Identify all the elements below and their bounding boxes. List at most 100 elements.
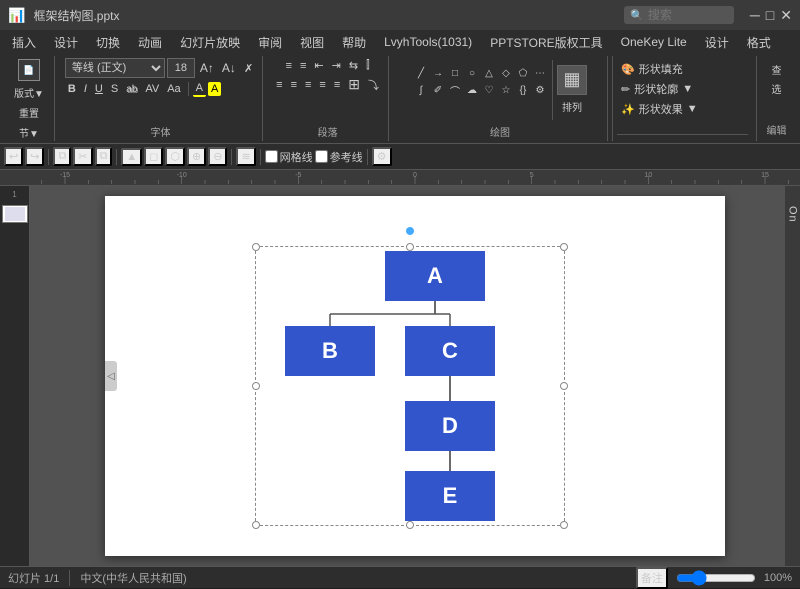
shape-tri[interactable]: △ (481, 65, 497, 81)
menu-item-onekey[interactable]: OneKey Lite (613, 33, 695, 51)
menu-item-design[interactable]: 设计 (46, 32, 86, 53)
slide-thumbnail[interactable] (2, 205, 28, 223)
char-spacing-btn[interactable]: AV (142, 82, 162, 96)
menu-item-view[interactable]: 视图 (292, 32, 332, 53)
menu-item-transition[interactable]: 切换 (88, 32, 128, 53)
select-btn[interactable]: 选 (762, 79, 792, 98)
cut-btn[interactable]: ✂ (73, 147, 92, 166)
numbering-btn[interactable]: ≡ (297, 59, 309, 73)
shape-diamond[interactable]: ◇ (498, 65, 514, 81)
font-name-select[interactable]: 等线 (正文) (65, 58, 165, 78)
reset-btn[interactable]: 重置 (10, 103, 48, 122)
menu-item-design2[interactable]: 设计 (697, 32, 737, 53)
slide-canvas[interactable]: A B C D E ◁ (105, 196, 725, 556)
shape-connector[interactable]: ⌒ (447, 82, 463, 98)
org-box-b[interactable]: B (285, 326, 375, 376)
undo-btn[interactable]: ↩ (4, 147, 23, 166)
smartart-btn[interactable]: ⊞ (345, 75, 363, 94)
shape-rect[interactable]: □ (447, 65, 463, 81)
remove-btn[interactable]: ⊖ (208, 147, 227, 166)
font-increase-btn[interactable]: A↑ (197, 60, 217, 76)
font-decrease-btn[interactable]: A↓ (219, 60, 239, 76)
close-btn[interactable]: ✕ (780, 7, 792, 24)
menu-item-insert[interactable]: 插入 (4, 32, 44, 53)
handle-br[interactable] (560, 521, 568, 529)
bullet-btn[interactable]: ≡ (283, 59, 295, 73)
align-left-btn[interactable]: ≡ (273, 78, 285, 92)
clear-format-btn[interactable]: ✗ (241, 61, 256, 76)
align-right-btn[interactable]: ≡ (302, 78, 314, 92)
shape-arrow[interactable]: → (430, 65, 446, 81)
italic-btn[interactable]: I (81, 82, 90, 96)
underline-btn[interactable]: U (92, 82, 106, 96)
handle-ml[interactable] (252, 382, 260, 390)
indent-increase-btn[interactable]: ⇥ (329, 58, 344, 73)
hex-btn[interactable]: ⬡ (165, 147, 185, 166)
shape-outline-btn[interactable]: ✏ 形状轮廓▼ (617, 80, 748, 98)
line-spacing-btn[interactable]: ≡ (331, 78, 343, 92)
columns-btn[interactable]: ⫿ (363, 58, 373, 73)
shape-freeform[interactable]: ✐ (430, 82, 446, 98)
minimize-btn[interactable]: ─ (750, 7, 760, 24)
shape-cloud[interactable]: ☁ (464, 82, 480, 98)
search-input[interactable] (648, 8, 728, 22)
highlight-btn[interactable]: A (208, 82, 221, 96)
menu-item-lvyh[interactable]: LvyhTools(1031) (376, 33, 480, 51)
handle-tm[interactable] (406, 243, 414, 251)
handle-bm[interactable] (406, 521, 414, 529)
shadow-btn[interactable]: ab (123, 83, 140, 96)
font-size-input[interactable] (167, 58, 195, 78)
shape-fill-btn[interactable]: 🎨 形状填充 (617, 60, 748, 78)
font-color-btn[interactable]: A (193, 81, 206, 97)
menu-item-animation[interactable]: 动画 (130, 32, 170, 53)
settings-btn[interactable]: ⚙ (372, 147, 392, 166)
indent-decrease-btn[interactable]: ⇤ (311, 58, 326, 73)
arrange-btn[interactable]: 排列 (557, 97, 587, 116)
gridlines-checkbox[interactable] (265, 150, 278, 163)
shape-bracket[interactable]: {} (515, 82, 531, 98)
shape-custom[interactable]: ⚙ (532, 82, 548, 98)
left-resize-handle[interactable]: ◁ (105, 361, 117, 391)
strikethrough-btn[interactable]: S (108, 82, 121, 96)
case-btn[interactable]: Aa (164, 82, 183, 96)
justify-btn[interactable]: ≡ (316, 78, 328, 92)
shape-effect-btn[interactable]: ✨ 形状效果▼ (617, 100, 748, 118)
shape-curve[interactable]: ∫ (413, 82, 429, 98)
org-box-a[interactable]: A (385, 251, 485, 301)
menu-item-slideshow[interactable]: 幻灯片放映 (172, 32, 248, 53)
maximize-btn[interactable]: □ (766, 7, 774, 24)
handle-rotate[interactable] (406, 227, 414, 235)
org-box-d[interactable]: D (405, 401, 495, 451)
shape-penta[interactable]: ⬠ (515, 65, 531, 81)
grid-btn[interactable]: ≋ (236, 147, 255, 166)
redo-btn[interactable]: ↪ (25, 147, 44, 166)
menu-item-pptstore[interactable]: PPTSTORE版权工具 (482, 32, 610, 53)
rtl-btn[interactable]: ⇆ (346, 58, 361, 73)
handle-bl[interactable] (252, 521, 260, 529)
layout-btn[interactable]: 版式▼ (10, 83, 48, 102)
menu-item-format[interactable]: 格式 (739, 32, 779, 53)
shape-star[interactable]: ☆ (498, 82, 514, 98)
handle-tr[interactable] (560, 243, 568, 251)
handle-tl[interactable] (252, 243, 260, 251)
menu-item-review[interactable]: 审阅 (250, 32, 290, 53)
add-btn[interactable]: ⊕ (187, 147, 206, 166)
find-btn[interactable]: 查 (762, 60, 792, 79)
shape-oval[interactable]: ○ (464, 65, 480, 81)
menu-item-help[interactable]: 帮助 (334, 32, 374, 53)
shape-more[interactable]: ⋯ (532, 65, 548, 81)
shape-heart[interactable]: ♡ (481, 82, 497, 98)
org-box-e[interactable]: E (405, 471, 495, 521)
rect-btn[interactable]: ◻ (144, 147, 163, 166)
triangle-btn[interactable]: ▲ (121, 148, 142, 166)
handle-mr[interactable] (560, 382, 568, 390)
convert-smartart-btn[interactable]: ⤵ (365, 76, 382, 94)
shape-line[interactable]: ╱ (413, 65, 429, 81)
bold-btn[interactable]: B (65, 82, 79, 96)
align-center-btn[interactable]: ≡ (288, 78, 300, 92)
new-slide-btn[interactable]: 📄 (10, 58, 48, 82)
org-box-c[interactable]: C (405, 326, 495, 376)
format-painter-btn[interactable]: ⧉ (53, 147, 71, 166)
copy-btn[interactable]: ⧉ (95, 147, 113, 166)
guides-checkbox[interactable] (315, 150, 328, 163)
